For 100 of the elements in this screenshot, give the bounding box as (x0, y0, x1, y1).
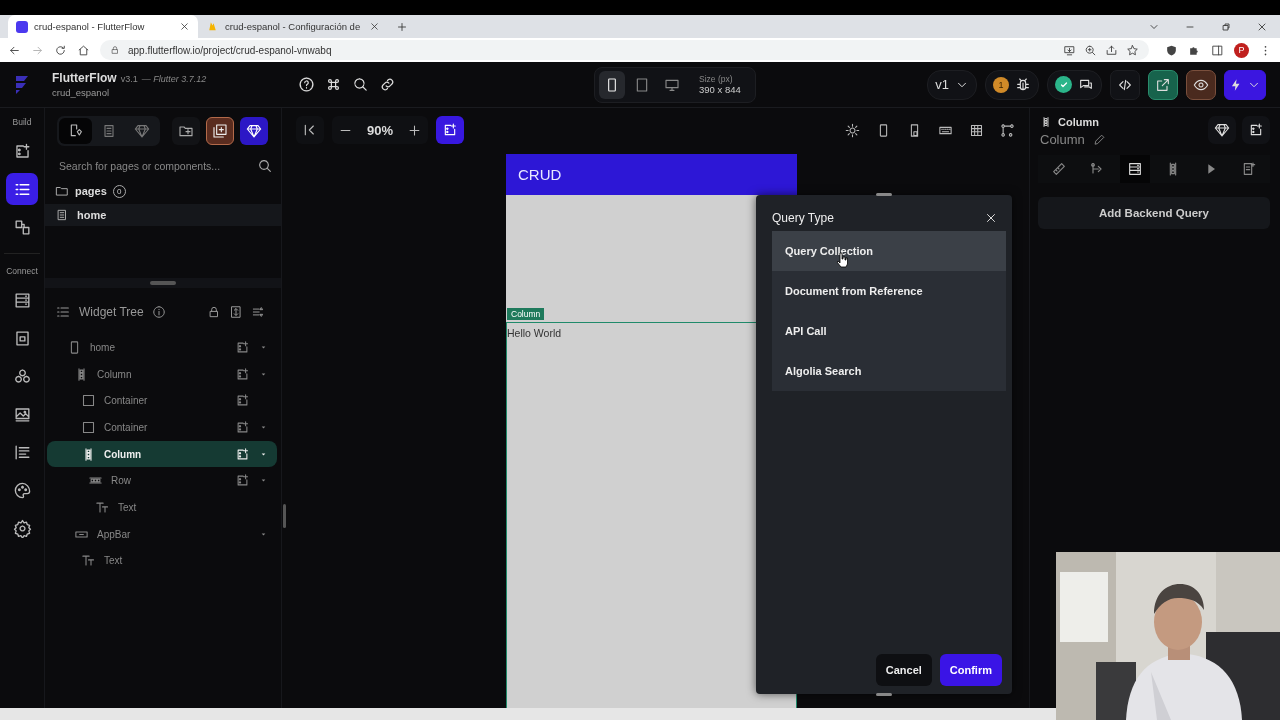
add-folder-button[interactable] (172, 117, 200, 145)
zoom-icon[interactable] (1084, 43, 1097, 57)
add-child-icon[interactable] (235, 366, 250, 382)
side-panel-icon[interactable] (1211, 43, 1224, 57)
phone-view-button[interactable] (599, 70, 625, 99)
restore-icon[interactable] (1220, 20, 1232, 33)
zoom-level: 90% (367, 122, 394, 138)
browser-tab[interactable]: crud-espanol - FlutterFlow (8, 15, 198, 38)
text-icon (95, 499, 110, 515)
share-icon[interactable] (1105, 43, 1118, 57)
scrollbar[interactable] (283, 504, 286, 528)
issue-count-badge[interactable]: 1 (993, 76, 1009, 93)
add-backend-query-button[interactable]: Add Backend Query (1038, 197, 1270, 229)
tree-item[interactable]: Text (47, 547, 277, 575)
expand-icon[interactable] (229, 305, 243, 319)
star-icon[interactable] (1126, 43, 1139, 57)
version-dropdown[interactable]: v1 (927, 69, 977, 100)
add-widget-button[interactable] (1242, 116, 1270, 144)
command-icon[interactable] (325, 76, 342, 93)
widget-type: Column (1058, 116, 1099, 128)
tree-item[interactable]: Column (47, 360, 277, 388)
tree-item[interactable]: AppBar (47, 520, 277, 548)
widget-name: Column (1040, 132, 1085, 147)
version-label: v3.1 (120, 74, 138, 84)
pencil-icon[interactable] (1092, 133, 1106, 146)
query-option[interactable]: Document from Reference (772, 271, 1006, 311)
tree-item[interactable]: home (47, 334, 277, 361)
tree-item[interactable]: Container (47, 414, 277, 441)
add-component-button[interactable] (206, 117, 234, 145)
dialog-title: Query Type (772, 211, 835, 225)
panel-title: Widget Tree (79, 305, 144, 319)
panel-tab[interactable] (59, 118, 92, 144)
check-icon[interactable] (1055, 76, 1072, 93)
size-label: Size (px) (699, 74, 734, 84)
graph-icon[interactable] (1000, 122, 1015, 138)
add-child-icon[interactable] (235, 473, 250, 489)
folder-name[interactable]: pages (75, 185, 107, 197)
gem-icon (1214, 122, 1230, 138)
gem-button[interactable] (240, 117, 268, 145)
shield-icon[interactable] (1165, 43, 1178, 57)
size-value: 390 x 844 (699, 84, 741, 95)
tree-nav-button[interactable] (6, 173, 38, 205)
settings-icon (12, 518, 32, 538)
zoom-in-icon[interactable] (407, 122, 423, 138)
add-child-icon[interactable] (235, 339, 250, 355)
code-button[interactable] (1110, 69, 1140, 100)
bug-icon[interactable] (1015, 76, 1031, 93)
info-icon[interactable] (151, 305, 166, 319)
external-link-button[interactable] (1148, 69, 1178, 100)
query-option[interactable]: Query Collection (772, 231, 1006, 271)
eye-button[interactable] (1186, 69, 1216, 100)
sun-icon[interactable] (845, 122, 860, 138)
grid-icon[interactable] (969, 122, 984, 138)
ruler-icon (1051, 161, 1067, 177)
tablet-icon (634, 76, 650, 93)
help-icon[interactable] (298, 76, 315, 93)
tree-item[interactable]: Text (47, 494, 277, 521)
address-field[interactable]: app.flutterflow.io/project/crud-espanol-vnwabq (100, 40, 1149, 60)
app-title[interactable]: CRUD (518, 166, 562, 183)
home-icon[interactable] (77, 43, 90, 57)
close-icon[interactable] (984, 211, 998, 225)
square-icon (81, 419, 96, 435)
bolt-button[interactable] (1224, 69, 1266, 100)
tree-item[interactable]: Row (47, 467, 277, 495)
square-icon (81, 393, 96, 409)
add-child-icon[interactable] (235, 419, 250, 435)
search-icon[interactable] (352, 76, 369, 93)
component-add-icon (212, 123, 228, 139)
add-widget-icon (442, 122, 459, 138)
collapse-button[interactable] (296, 116, 324, 144)
install-icon[interactable] (1063, 43, 1076, 57)
page-item[interactable]: home (45, 204, 281, 226)
link-icon[interactable] (379, 76, 396, 93)
add-child-icon[interactable] (235, 446, 250, 462)
gem-button[interactable] (1208, 116, 1236, 144)
close-icon[interactable] (179, 21, 190, 32)
add-child-icon[interactable] (235, 393, 250, 409)
connection-icon (12, 217, 32, 237)
cancel-button[interactable]: Cancel (875, 654, 932, 686)
tree-item[interactable]: Column (47, 440, 277, 468)
confirm-button[interactable]: Confirm (939, 654, 1002, 686)
resize-handle[interactable] (150, 281, 176, 285)
add-widget-button[interactable] (436, 116, 465, 144)
page-icon (55, 208, 69, 222)
document-icon (1241, 161, 1257, 177)
gem-icon (246, 123, 262, 139)
profile-button[interactable]: P (1234, 42, 1249, 58)
app-bar[interactable]: CRUD (506, 154, 797, 195)
tree-item[interactable]: Container (47, 387, 277, 415)
close-icon[interactable] (369, 21, 380, 32)
lock-icon[interactable] (207, 305, 221, 319)
database-tab[interactable] (1120, 155, 1150, 183)
reload-icon[interactable] (54, 43, 67, 57)
browser-tab[interactable]: crud-espanol - Configuración de (198, 15, 388, 38)
project-name: crud_espanol (52, 87, 111, 98)
sort-icon[interactable] (251, 305, 265, 319)
search-field[interactable]: Search for pages or components... (57, 158, 273, 174)
new-tab-icon[interactable] (396, 20, 408, 33)
widget-tag: Column (507, 308, 545, 320)
text-widget[interactable]: Hello World (507, 327, 562, 339)
